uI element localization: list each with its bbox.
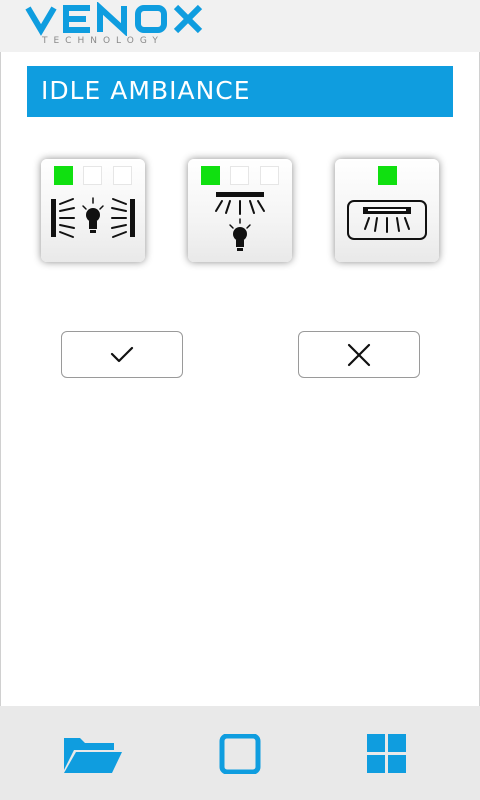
cancel-button[interactable] (298, 331, 420, 378)
mode-tile-ceiling-light[interactable] (188, 159, 292, 262)
confirm-button[interactable] (61, 331, 183, 378)
page-title-bar: IDLE AMBIANCE (27, 66, 453, 117)
square-icon (219, 733, 261, 775)
grid-icon (367, 734, 406, 773)
ceiling-light-icon (215, 192, 265, 251)
page-title: IDLE AMBIANCE (41, 76, 251, 105)
venox-logo (24, 1, 224, 40)
folder-icon (64, 738, 122, 773)
brand-tagline: TECHNOLOGY (42, 36, 164, 46)
mode-tile-side-lights[interactable] (41, 159, 145, 262)
mode-tile-floor-light[interactable] (335, 159, 439, 262)
nav-home-button[interactable] (219, 733, 261, 778)
header: TECHNOLOGY (0, 0, 480, 52)
screen-frame (0, 0, 480, 800)
side-lights-icon (51, 197, 135, 238)
floor-light-icon (347, 200, 427, 240)
nav-folder-button[interactable] (62, 734, 124, 778)
check-icon (110, 346, 134, 363)
nav-apps-button[interactable] (366, 734, 408, 778)
close-icon (347, 343, 371, 367)
